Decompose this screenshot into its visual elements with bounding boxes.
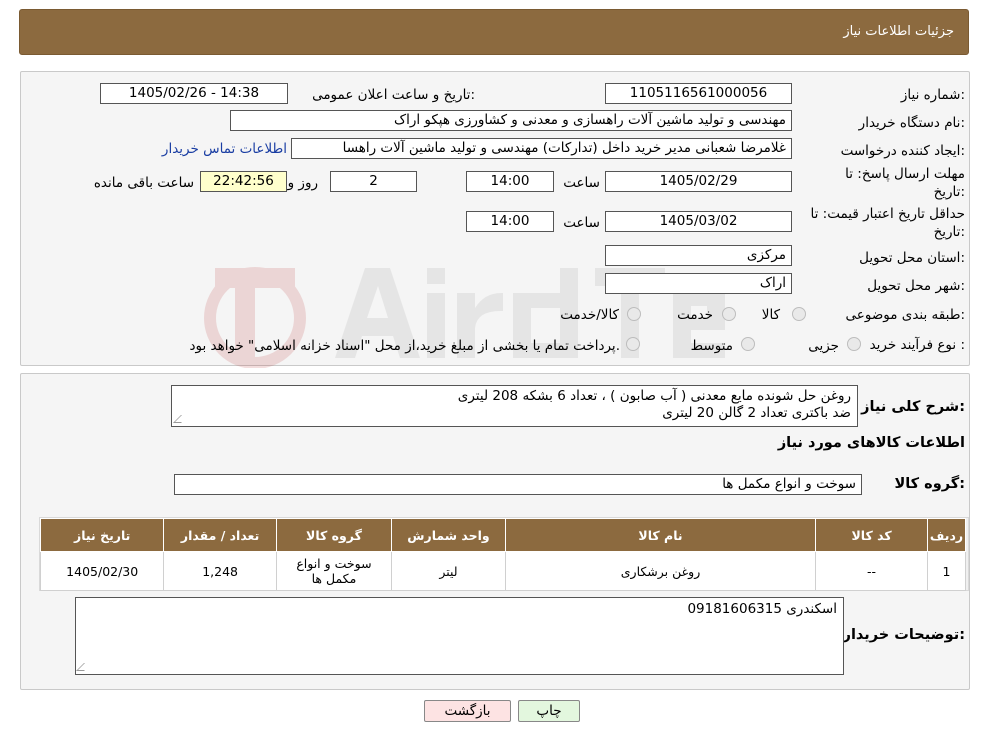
- col-quantity: تعداد / مقدار: [163, 518, 277, 552]
- category-radio-service[interactable]: [722, 307, 736, 321]
- need-number-label: شماره نیاز:: [900, 87, 965, 103]
- creator-label: ایجاد کننده درخواست:: [840, 143, 965, 159]
- process-radio-partial[interactable]: [847, 337, 861, 351]
- col-item-name: نام کالا: [504, 518, 817, 552]
- process-label: نوع فرآیند خرید :: [869, 337, 965, 353]
- remaining-label: ساعت باقی مانده: [93, 175, 194, 191]
- city-field: اراک: [605, 273, 792, 294]
- province-field: مرکزی: [605, 245, 792, 266]
- need-number-field: 1105116561000056: [605, 83, 792, 104]
- col-row-number: ردیف: [927, 518, 966, 552]
- cell-group: سوخت و انواع مکمل ها: [275, 551, 393, 591]
- group-label: گروه کالا:: [894, 476, 965, 492]
- validity-label-date: تاریخ:: [933, 224, 965, 240]
- table-header-row: ردیف کد کالا نام کالا واحد شمارش گروه کا…: [39, 518, 966, 552]
- category-option-both: کالا/خدمت: [560, 307, 619, 323]
- category-radio-both[interactable]: [627, 307, 641, 321]
- remaining-time-field: 22:42:56: [200, 171, 287, 192]
- deadline-time-field: 14:00: [466, 171, 554, 192]
- buyer-org-field: مهندسی و تولید ماشین آلات راهسازی و معدن…: [230, 110, 792, 131]
- col-need-date: تاریخ نیاز: [39, 518, 165, 552]
- buyer-notes-textarea[interactable]: اسکندری 09181606315: [75, 597, 844, 675]
- col-item-code: کد کالا: [815, 518, 929, 552]
- category-option-goods: کالا: [761, 307, 780, 323]
- validity-time-field: 14:00: [466, 211, 554, 232]
- page-title: جزئیات اطلاعات نیاز: [843, 24, 954, 39]
- validity-time-label: ساعت: [563, 215, 600, 231]
- days-label: روز و: [287, 175, 318, 191]
- announce-label: تاریخ و ساعت اعلان عمومی:: [312, 87, 475, 103]
- items-table-wrapper: ردیف کد کالا نام کالا واحد شمارش گروه کا…: [39, 517, 969, 591]
- col-unit: واحد شمارش: [391, 518, 506, 552]
- buyer-notes-text: اسکندری 09181606315: [687, 601, 837, 617]
- notes-resize-handle-icon[interactable]: [76, 663, 92, 671]
- summary-textarea[interactable]: روغن حل شونده مایع معدنی ( آب صابون ) ، …: [171, 385, 858, 427]
- cell-unit: لیتر: [391, 551, 506, 591]
- category-radio-goods[interactable]: [792, 307, 806, 321]
- buyer-contact-link[interactable]: اطلاعات تماس خریدار: [162, 141, 287, 157]
- back-button[interactable]: بازگشت: [424, 700, 511, 722]
- validity-date-field: 1405/03/02: [605, 211, 792, 232]
- cell-need-date: 1405/02/30: [39, 551, 165, 591]
- items-section-title: اطلاعات کالاهای مورد نیاز: [777, 435, 965, 451]
- cell-item-name: روغن برشکاری: [504, 551, 817, 591]
- cell-item-code: --: [815, 551, 929, 591]
- province-label: استان محل تحویل:: [859, 250, 965, 266]
- announce-field: 1405/02/26 - 14:38: [100, 83, 288, 104]
- col-group: گروه کالا: [275, 518, 393, 552]
- validity-label: حداقل تاریخ اعتبار قیمت: تا: [810, 206, 965, 222]
- print-button[interactable]: چاپ: [518, 700, 580, 722]
- process-option-medium: متوسط: [690, 338, 733, 354]
- items-table: ردیف کد کالا نام کالا واحد شمارش گروه کا…: [39, 518, 966, 591]
- table-row: 1 -- روغن برشکاری لیتر سوخت و انواع مکمل…: [39, 551, 966, 591]
- category-label: طبقه بندی موضوعی:: [845, 307, 965, 323]
- page-header: جزئیات اطلاعات نیاز: [19, 9, 969, 55]
- deadline-date-field: 1405/02/29: [605, 171, 792, 192]
- process-radio-treasury[interactable]: [626, 337, 640, 351]
- process-option-partial: جزیی: [808, 338, 839, 354]
- cell-row-number: 1: [927, 551, 966, 591]
- process-note: پرداخت تمام یا بخشی از مبلغ خرید،از محل …: [189, 338, 620, 354]
- summary-line-1: روغن حل شونده مایع معدنی ( آب صابون ) ، …: [457, 388, 851, 404]
- process-radio-medium[interactable]: [741, 337, 755, 351]
- deadline-label-date: تاریخ:: [933, 184, 965, 200]
- creator-field: غلامرضا شعبانی مدیر خرید داخل (تدارکات) …: [291, 138, 792, 159]
- buyer-org-label: نام دستگاه خریدار:: [858, 115, 965, 131]
- deadline-label: مهلت ارسال پاسخ: تا: [845, 166, 965, 182]
- summary-line-2: ضد باکتری تعداد 2 گالن 20 لیتری: [662, 405, 851, 421]
- deadline-time-label: ساعت: [563, 175, 600, 191]
- cell-quantity: 1,248: [163, 551, 277, 591]
- days-field: 2: [330, 171, 417, 192]
- city-label: شهر محل تحویل:: [867, 278, 965, 294]
- group-field: سوخت و انواع مکمل ها: [174, 474, 862, 495]
- buyer-notes-label: توضیحات خریدار:: [842, 627, 965, 643]
- category-option-service: خدمت: [677, 307, 713, 323]
- summary-label: شرح کلی نیاز:: [861, 399, 965, 415]
